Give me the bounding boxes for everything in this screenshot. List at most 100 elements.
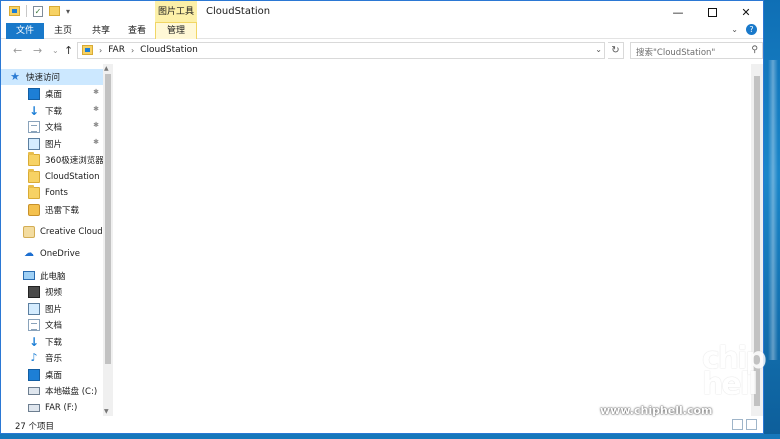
download-icon: ↓ bbox=[28, 335, 40, 349]
window-title: CloudStation bbox=[206, 6, 271, 17]
scroll-up-icon[interactable]: ▲ bbox=[104, 65, 109, 72]
nav-scrollbar-thumb[interactable] bbox=[105, 74, 111, 364]
breadcrumb-cloudstation[interactable]: CloudStation bbox=[140, 45, 198, 55]
nav-item-thunder-downloads[interactable]: 迅雷下载 bbox=[1, 202, 103, 218]
nav-scrollbar[interactable]: ▲ ▼ bbox=[103, 64, 113, 416]
breadcrumb-far[interactable]: FAR bbox=[108, 45, 125, 55]
nav-label: 下载 bbox=[45, 107, 63, 117]
nav-item-documents[interactable]: 文档 ✱ bbox=[1, 119, 103, 135]
thunder-folder-icon bbox=[28, 204, 40, 216]
ribbon-right-controls: ⌄ ? bbox=[731, 24, 757, 35]
picture-tools-context-label: 图片工具 bbox=[155, 1, 197, 23]
up-icon[interactable]: ↑ bbox=[64, 44, 73, 57]
explorer-app-icon[interactable] bbox=[9, 6, 20, 16]
chevron-down-icon[interactable]: ⌄ bbox=[595, 45, 602, 54]
nav-item-pictures[interactable]: 图片 ✱ bbox=[1, 136, 103, 152]
chevron-right-icon[interactable]: › bbox=[99, 46, 102, 55]
nav-item-cloudstation[interactable]: CloudStation bbox=[1, 169, 103, 185]
breadcrumb: › FAR › CloudStation bbox=[82, 45, 198, 55]
navigation-bar: ← → ⌄ ↑ › FAR › CloudStation ⌄ ↻ 搜索"Clou… bbox=[1, 39, 763, 63]
scroll-down-icon[interactable]: ▼ bbox=[104, 408, 109, 415]
pin-icon[interactable]: ✱ bbox=[93, 138, 99, 146]
search-input[interactable]: 搜索"CloudStation" ⚲ bbox=[630, 42, 763, 59]
nav-item-pc-downloads[interactable]: ↓ 下载 bbox=[1, 334, 103, 350]
tab-share[interactable]: 共享 bbox=[87, 23, 115, 39]
folder-icon bbox=[28, 185, 40, 199]
nav-label: 视频 bbox=[45, 288, 63, 298]
folder-icon bbox=[28, 152, 40, 166]
back-icon[interactable]: ← bbox=[13, 44, 22, 57]
nav-label: 桌面 bbox=[45, 371, 63, 381]
nav-item-pc-pictures[interactable]: 图片 bbox=[1, 301, 103, 317]
explorer-window: ✓ ▾ 图片工具 CloudStation — ✕ 文件 主页 共享 查看 管理… bbox=[0, 0, 764, 434]
properties-icon[interactable]: ✓ bbox=[33, 5, 43, 17]
chevron-right-icon[interactable]: › bbox=[131, 46, 134, 55]
refresh-icon: ↻ bbox=[611, 45, 620, 56]
nav-item-desktop[interactable]: 桌面 ✱ bbox=[1, 86, 103, 102]
forward-icon[interactable]: → bbox=[33, 44, 42, 57]
tab-manage[interactable]: 管理 bbox=[155, 23, 197, 39]
ribbon-tabs: 文件 主页 共享 查看 管理 ⌄ ? bbox=[1, 23, 763, 39]
recent-locations-icon[interactable]: ⌄ bbox=[52, 46, 59, 55]
pin-icon[interactable]: ✱ bbox=[93, 105, 99, 113]
nav-item-pc-documents[interactable]: 文档 bbox=[1, 317, 103, 333]
picture-icon bbox=[28, 138, 40, 150]
new-folder-icon[interactable] bbox=[49, 6, 60, 16]
details-view-icon[interactable] bbox=[732, 419, 743, 430]
large-icons-view-icon[interactable] bbox=[746, 419, 757, 430]
view-switcher bbox=[732, 419, 757, 430]
folder-icon bbox=[28, 169, 40, 183]
tab-home[interactable]: 主页 bbox=[49, 23, 77, 39]
quick-access-toolbar: ✓ ▾ bbox=[9, 5, 70, 17]
nav-label: 文档 bbox=[45, 321, 63, 331]
customize-toolbar-icon[interactable]: ▾ bbox=[66, 7, 70, 16]
nav-label: FAR (F:) bbox=[45, 403, 78, 413]
nav-creative-cloud[interactable]: Creative Cloud Files bbox=[1, 224, 103, 240]
creative-cloud-icon bbox=[23, 226, 35, 238]
address-bar[interactable]: › FAR › CloudStation ⌄ bbox=[77, 42, 605, 59]
drive-icon bbox=[28, 387, 40, 395]
nav-label: 下载 bbox=[45, 338, 63, 348]
desktop-icon bbox=[28, 88, 40, 100]
nav-item-downloads[interactable]: ↓ 下载 ✱ bbox=[1, 103, 103, 119]
tab-file[interactable]: 文件 bbox=[6, 23, 44, 39]
nav-item-music[interactable]: ♪ 音乐 bbox=[1, 350, 103, 366]
nav-label: Creative Cloud Files bbox=[40, 227, 103, 237]
nav-this-pc[interactable]: 此电脑 bbox=[1, 268, 103, 284]
file-list-area[interactable] bbox=[113, 64, 751, 416]
nav-label: 360极速浏览器下 bbox=[45, 156, 103, 166]
maximize-button[interactable] bbox=[695, 1, 729, 23]
computer-icon bbox=[23, 270, 35, 280]
nav-label: 图片 bbox=[45, 305, 63, 315]
toolbar-separator bbox=[26, 5, 27, 17]
document-icon bbox=[28, 121, 40, 133]
nav-onedrive[interactable]: ☁ OneDrive bbox=[1, 246, 103, 262]
minimize-button[interactable]: — bbox=[661, 1, 695, 23]
download-icon: ↓ bbox=[28, 104, 40, 118]
nav-quick-access[interactable]: ★ 快速访问 bbox=[1, 69, 103, 85]
nav-item-drive-f[interactable]: FAR (F:) bbox=[1, 400, 103, 416]
pin-icon[interactable]: ✱ bbox=[93, 121, 99, 129]
nav-item-videos[interactable]: 视频 bbox=[1, 284, 103, 300]
drive-icon bbox=[28, 404, 40, 412]
cloud-icon: ☁ bbox=[24, 248, 34, 259]
refresh-button[interactable]: ↻ bbox=[608, 42, 624, 59]
desktop-icon bbox=[28, 369, 40, 381]
search-icon: ⚲ bbox=[751, 45, 758, 55]
nav-item-fonts[interactable]: Fonts bbox=[1, 185, 103, 201]
nav-item-drive-c[interactable]: 本地磁盘 (C:) bbox=[1, 383, 103, 399]
close-button[interactable]: ✕ bbox=[729, 1, 763, 23]
pin-icon[interactable]: ✱ bbox=[93, 88, 99, 96]
item-count: 27 个项目 bbox=[15, 422, 55, 432]
nav-label: 桌面 bbox=[45, 90, 63, 100]
maximize-icon bbox=[707, 7, 717, 17]
help-icon[interactable]: ? bbox=[746, 24, 757, 35]
nav-label: 快速访问 bbox=[26, 73, 61, 83]
expand-ribbon-icon[interactable]: ⌄ bbox=[731, 25, 738, 34]
nav-item-360-browser-downloads[interactable]: 360极速浏览器下 bbox=[1, 152, 103, 168]
nav-item-pc-desktop[interactable]: 桌面 bbox=[1, 367, 103, 383]
star-icon: ★ bbox=[10, 70, 20, 83]
desktop-background bbox=[764, 0, 780, 439]
tab-view[interactable]: 查看 bbox=[123, 23, 151, 39]
music-icon: ♪ bbox=[30, 351, 38, 364]
